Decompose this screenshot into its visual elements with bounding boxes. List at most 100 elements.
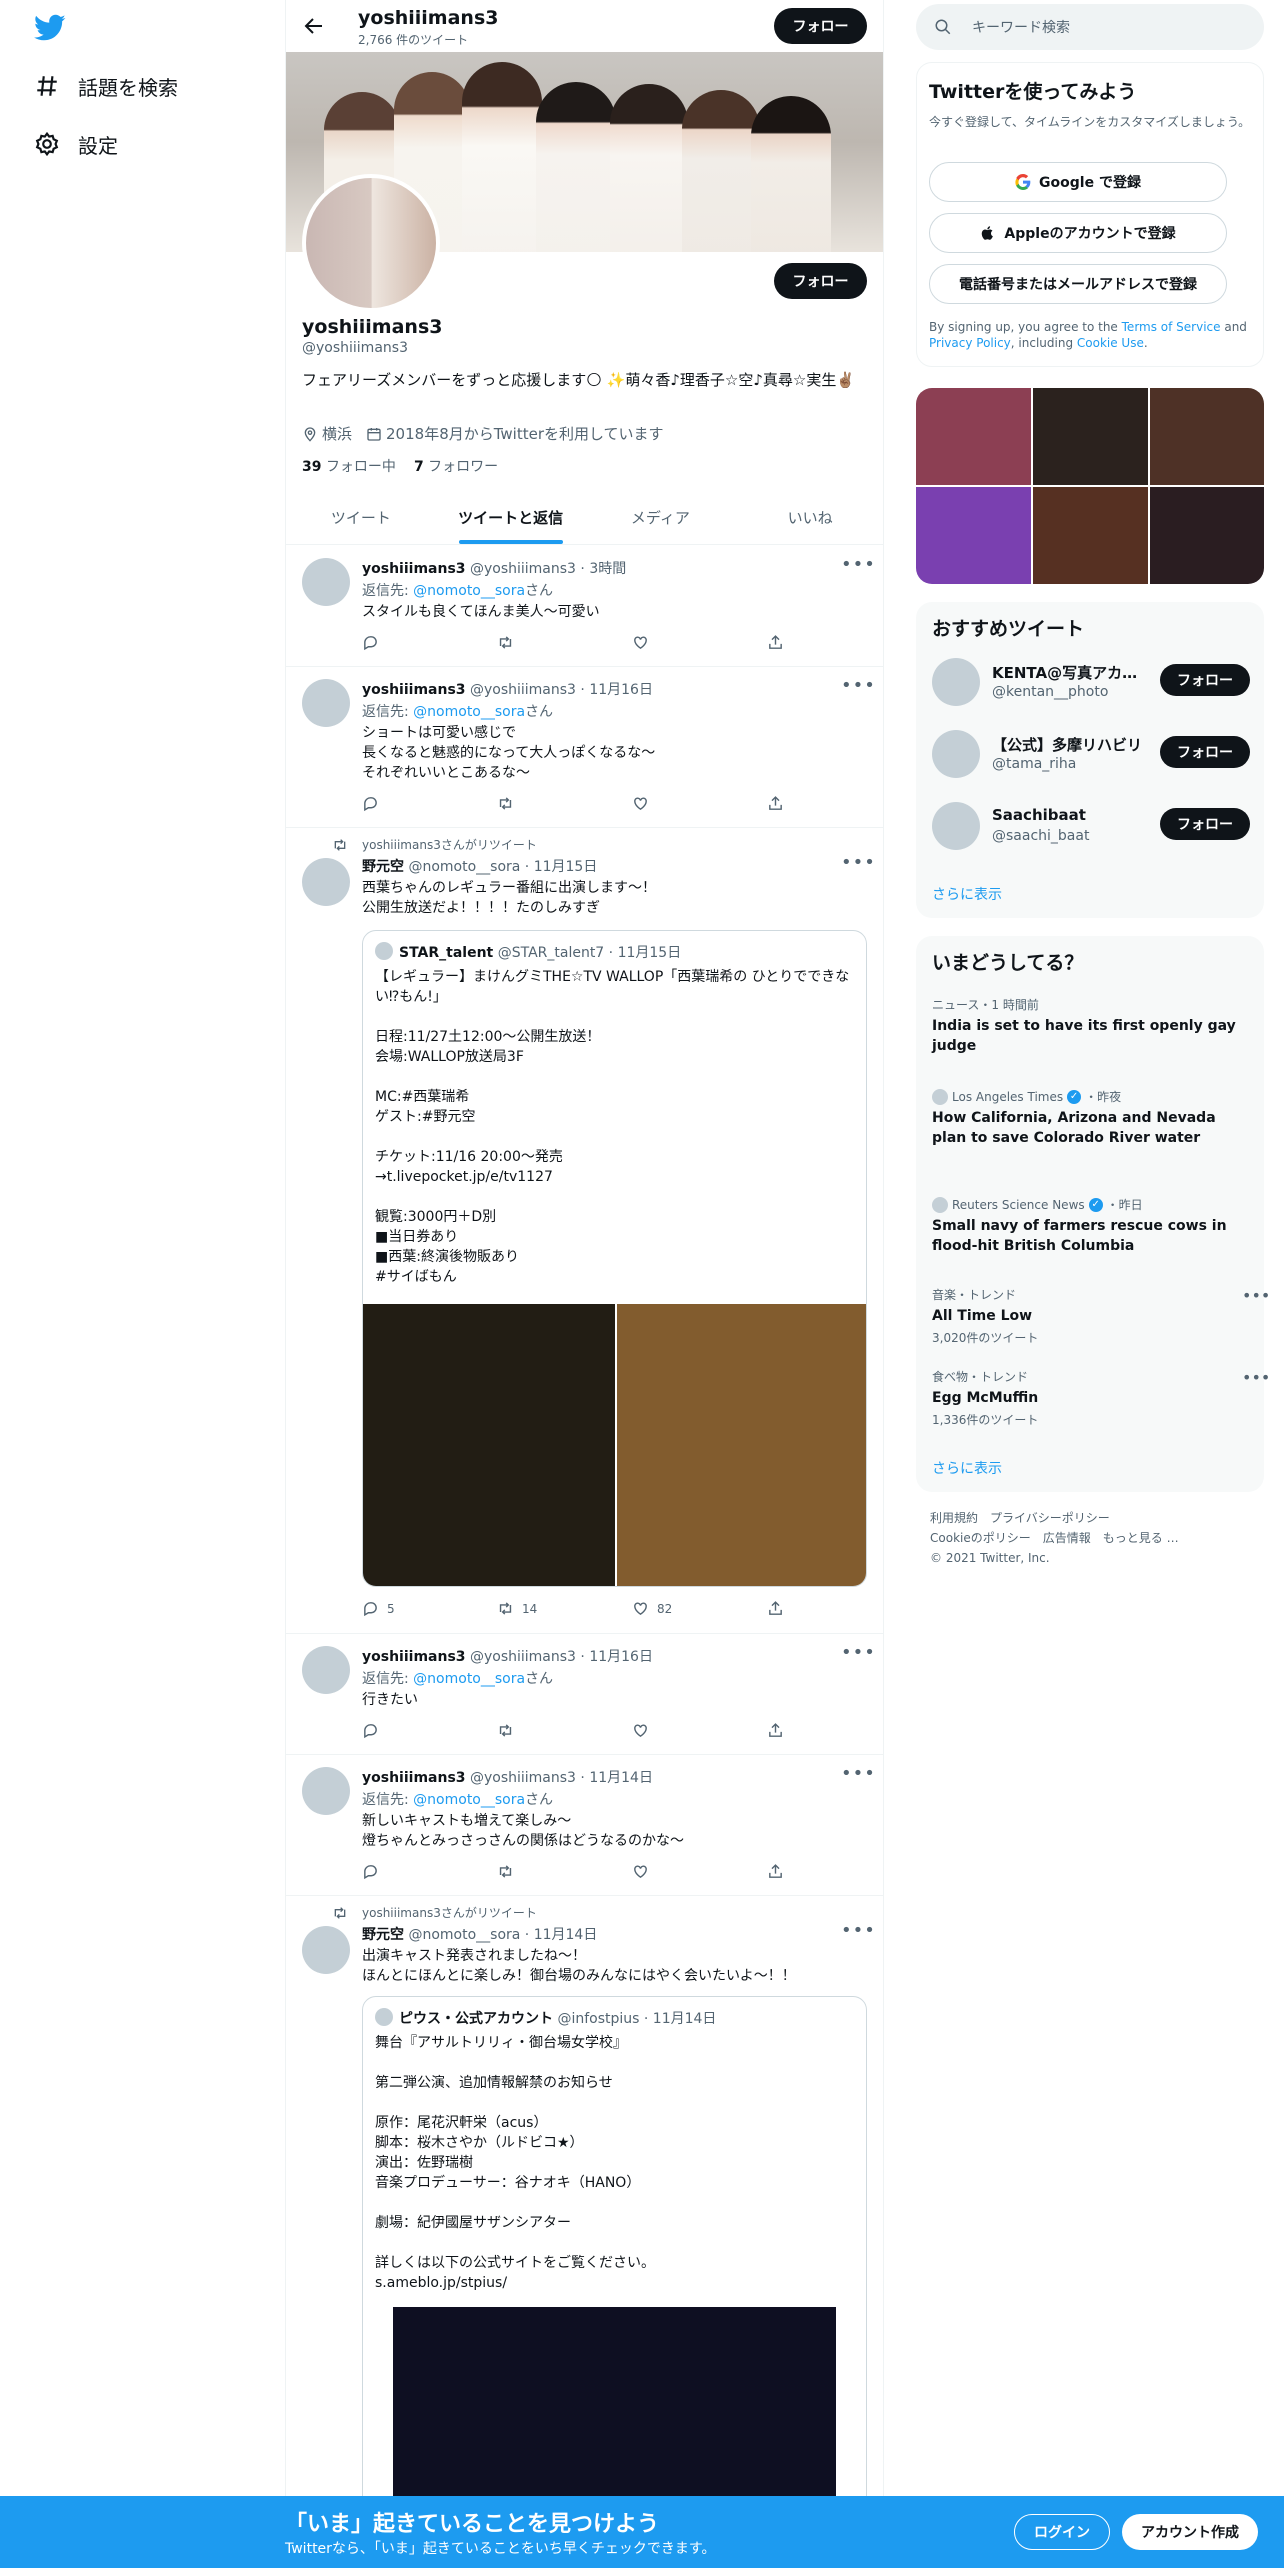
trend-item[interactable]: ニュース・1 時間前 India is set to have its firs… [932, 996, 1252, 1056]
share-button[interactable] [767, 1863, 784, 1880]
trend-item[interactable]: Los Angeles Times ✓ ・昨夜 How California, Ar… [932, 1088, 1252, 1148]
twitter-logo-icon[interactable] [34, 14, 66, 42]
retweet-icon [499, 797, 512, 810]
retweet-button[interactable] [497, 634, 514, 651]
more-options-icon[interactable]: ••• [1242, 1368, 1270, 1387]
reply-to-link[interactable]: @nomoto__sora [413, 704, 525, 720]
more-options-icon[interactable]: ••• [841, 852, 876, 873]
search-input[interactable]: キーワード検索 [972, 17, 1070, 37]
reply-button[interactable] [362, 1863, 379, 1880]
follow-button[interactable]: フォロー [1160, 664, 1250, 696]
trends-show-more-link[interactable]: さらに表示 [932, 1458, 1002, 1478]
tweet-avatar[interactable] [302, 1646, 350, 1694]
reply-button[interactable] [362, 634, 379, 651]
tab-media[interactable]: メディア [586, 492, 736, 544]
avatar[interactable] [932, 658, 980, 706]
footer-cookie-link[interactable]: Cookieのポリシー [930, 1531, 1031, 1545]
quoted-tweet-image[interactable] [363, 1304, 615, 1586]
reply-button[interactable] [362, 795, 379, 812]
share-button[interactable] [767, 634, 784, 651]
signup-button[interactable]: アカウント作成 [1122, 2514, 1258, 2550]
retweet-button[interactable] [497, 1863, 514, 1880]
header-follow-button[interactable]: フォロー [774, 8, 867, 44]
following-link[interactable]: 39 フォロー中 [302, 456, 396, 476]
media-thumbnail[interactable] [916, 388, 1031, 485]
tab-tweets-and-replies[interactable]: ツイートと返信 [436, 492, 586, 544]
like-button[interactable] [632, 795, 649, 812]
share-button[interactable] [767, 795, 784, 812]
cookie-link[interactable]: Cookie Use [1077, 336, 1144, 350]
more-options-icon[interactable]: ••• [1242, 1286, 1270, 1305]
trend-item[interactable]: 音楽・トレンド All Time Low 3,020件のツイート ••• [932, 1286, 1270, 1346]
more-options-icon[interactable]: ••• [841, 554, 876, 575]
footer-more-link[interactable]: もっと見る … [1103, 1531, 1179, 1545]
avatar[interactable] [932, 730, 980, 778]
back-arrow-icon[interactable] [302, 14, 326, 38]
login-button[interactable]: ログイン [1014, 2514, 1110, 2550]
reply-to-link[interactable]: @nomoto__sora [413, 583, 525, 599]
phone-email-signup-button[interactable]: 電話番号またはメールアドレスで登録 [929, 264, 1227, 304]
footer-tos-link[interactable]: 利用規約 [930, 1511, 978, 1525]
terms-link[interactable]: Terms of Service [1122, 320, 1221, 334]
like-button[interactable] [632, 634, 649, 651]
follow-button[interactable]: フォロー [1160, 808, 1250, 840]
quoted-tweet[interactable]: STAR_talent @STAR_talent7 · 11月15日 【レギュラ… [362, 930, 867, 1587]
quoted-tweet[interactable]: ピウス・公式アカウント @infostpius · 11月14日 舞台『アサルト… [362, 1996, 867, 2568]
retweet-button[interactable]: 14 [497, 1600, 537, 1617]
media-thumbnail[interactable] [1033, 388, 1148, 485]
media-thumbnail[interactable] [916, 487, 1031, 584]
avatar[interactable] [932, 802, 980, 850]
reply-button[interactable] [362, 1722, 379, 1739]
like-button[interactable] [632, 1863, 649, 1880]
tweet[interactable]: yoshiiimans3さんがリツイート 野元空 @nomoto__sora ·… [286, 828, 883, 1634]
apple-signup-button[interactable]: Appleのアカウントで登録 [929, 213, 1227, 253]
nav-explore[interactable]: 話題を検索 [34, 66, 178, 106]
share-button[interactable] [767, 1722, 784, 1739]
recommended-account[interactable]: 【公式】多摩リハビリ @tama_riha フォロー [932, 728, 1252, 780]
recommended-show-more-link[interactable]: さらに表示 [932, 884, 1002, 904]
tab-likes[interactable]: いいね [735, 492, 883, 544]
more-options-icon[interactable]: ••• [841, 1920, 876, 1941]
tweet-avatar[interactable] [302, 679, 350, 727]
retweet-button[interactable] [497, 1722, 514, 1739]
more-options-icon[interactable]: ••• [841, 1642, 876, 1663]
footer-privacy-link[interactable]: プライバシーポリシー [990, 1511, 1110, 1525]
like-button[interactable] [632, 1722, 649, 1739]
google-signup-button[interactable]: Google で登録 [929, 162, 1227, 202]
recommended-account[interactable]: Saachibaat @saachi_baat フォロー [932, 800, 1252, 852]
footer-ads-link[interactable]: 広告情報 [1043, 1531, 1091, 1545]
tweet-avatar[interactable] [302, 558, 350, 606]
tweet-header: yoshiiimans3 @yoshiiimans3 · 3時間 [362, 561, 627, 577]
tweet-avatar[interactable] [302, 1926, 350, 1974]
profile-follow-button[interactable]: フォロー [774, 263, 867, 299]
reply-to-link[interactable]: @nomoto__sora [413, 1671, 525, 1687]
followers-link[interactable]: 7 フォロワー [414, 456, 498, 476]
tab-tweets[interactable]: ツイート [286, 492, 436, 544]
more-options-icon[interactable]: ••• [841, 675, 876, 696]
recommended-account[interactable]: KENTA@写真アカウント @kentan__photo フォロー [932, 656, 1252, 708]
follow-button[interactable]: フォロー [1160, 736, 1250, 768]
quoted-tweet-image[interactable] [617, 1304, 866, 1586]
media-thumbnail[interactable] [1033, 487, 1148, 584]
trend-item[interactable]: Reuters Science News ✓ ・昨日 Small navy of f… [932, 1196, 1252, 1256]
tweet[interactable]: yoshiiimans3 @yoshiiimans3 · 11月16日 ••• … [286, 667, 883, 828]
reply-to-link[interactable]: @nomoto__sora [413, 1792, 525, 1808]
share-button[interactable] [767, 1600, 784, 1617]
media-thumbnail[interactable] [1150, 388, 1264, 485]
tweet[interactable]: yoshiiimans3 @yoshiiimans3 · 11月14日 ••• … [286, 1755, 883, 1896]
nav-settings[interactable]: 設定 [34, 124, 118, 164]
privacy-link[interactable]: Privacy Policy [929, 336, 1011, 350]
trend-item[interactable]: 食べ物・トレンド Egg McMuffin 1,336件のツイート ••• [932, 1368, 1270, 1428]
tweet[interactable]: yoshiiimans3さんがリツイート 野元空 @nomoto__sora ·… [286, 1896, 883, 2568]
retweet-button[interactable] [497, 795, 514, 812]
media-thumbnail[interactable] [1150, 487, 1264, 584]
tweet-avatar[interactable] [302, 858, 350, 906]
reply-button[interactable]: 5 [362, 1600, 395, 1617]
tweet[interactable]: yoshiiimans3 @yoshiiimans3 · 3時間 ••• 返信先… [286, 546, 883, 667]
tweet[interactable]: yoshiiimans3 @yoshiiimans3 · 11月16日 ••• … [286, 1634, 883, 1755]
like-button[interactable]: 82 [632, 1600, 672, 1617]
search-box[interactable]: キーワード検索 [916, 4, 1264, 50]
more-options-icon[interactable]: ••• [841, 1763, 876, 1784]
tweet-avatar[interactable] [302, 1767, 350, 1815]
profile-avatar[interactable] [302, 174, 440, 312]
